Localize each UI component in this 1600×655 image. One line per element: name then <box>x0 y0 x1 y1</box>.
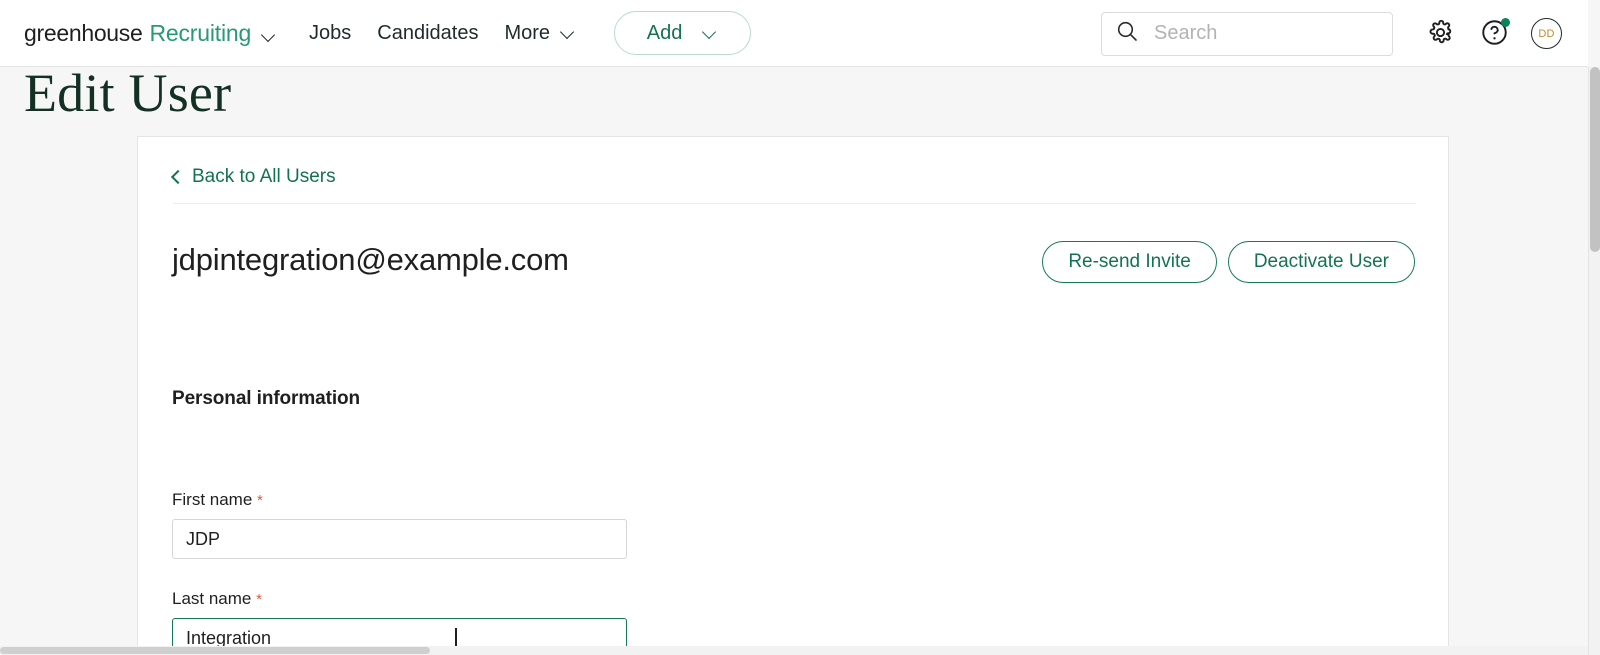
nav-right-cluster: DD <box>1101 0 1588 67</box>
page-body: Edit User Back to All Users jdpintegrati… <box>0 63 1588 655</box>
search-icon <box>1116 20 1138 47</box>
brand-name: greenhouse <box>24 19 143 46</box>
brand-logo[interactable]: greenhouse Recruiting <box>24 20 277 47</box>
top-navigation-bar: greenhouse Recruiting Jobs Candidates Mo… <box>0 0 1588 67</box>
help-notification-badge <box>1501 17 1510 27</box>
edit-user-card: Back to All Users jdpintegration@example… <box>137 136 1449 655</box>
required-marker: * <box>256 591 262 608</box>
user-email-heading: jdpintegration@example.com <box>172 242 569 277</box>
field-first-name-label: First name * <box>172 490 627 510</box>
card-header-actions: Re-send Invite Deactivate User <box>1042 241 1415 283</box>
vertical-scrollbar-thumb[interactable] <box>1590 67 1600 252</box>
chevron-down-icon <box>703 27 718 36</box>
avatar[interactable]: DD <box>1531 18 1562 49</box>
add-button-label: Add <box>646 21 683 44</box>
avatar-initials: DD <box>1538 27 1555 40</box>
chevron-left-icon <box>170 169 186 185</box>
vertical-scrollbar[interactable] <box>1588 67 1600 655</box>
chevron-down-icon <box>561 27 576 36</box>
add-button[interactable]: Add <box>614 11 752 55</box>
field-first-name: First name * <box>172 490 627 559</box>
search-input[interactable] <box>1152 21 1362 46</box>
nav-item-more-label: More <box>504 21 551 44</box>
app-root: greenhouse Recruiting Jobs Candidates Mo… <box>0 0 1600 655</box>
deactivate-user-button[interactable]: Deactivate User <box>1227 241 1415 283</box>
nav-item-more[interactable]: More <box>504 22 576 45</box>
back-to-all-users-link[interactable]: Back to All Users <box>170 166 336 188</box>
resend-invite-button[interactable]: Re-send Invite <box>1042 241 1217 283</box>
horizontal-scrollbar[interactable] <box>0 646 1588 655</box>
field-first-name-label-text: First name <box>172 490 253 509</box>
help-button[interactable] <box>1477 17 1511 51</box>
field-last-name-label: Last name * <box>172 589 627 609</box>
section-title-personal-information: Personal information <box>172 388 361 409</box>
field-last-name-label-text: Last name <box>172 589 252 608</box>
nav-item-candidates-label: Candidates <box>377 21 479 44</box>
primary-nav-links: Jobs Candidates More <box>309 22 576 45</box>
page-title: Edit User <box>24 63 232 123</box>
required-marker: * <box>257 492 263 509</box>
first-name-input[interactable] <box>172 519 627 559</box>
settings-button[interactable] <box>1423 17 1457 51</box>
chevron-down-icon[interactable] <box>262 30 277 39</box>
card-divider <box>173 203 1416 204</box>
gear-icon <box>1427 19 1454 49</box>
nav-item-candidates[interactable]: Candidates <box>377 22 478 45</box>
nav-item-jobs-label: Jobs <box>309 21 352 44</box>
brand-product-name: Recruiting <box>149 19 252 46</box>
horizontal-scrollbar-thumb[interactable] <box>0 647 430 654</box>
back-link-label: Back to All Users <box>192 166 336 187</box>
search-box[interactable] <box>1101 11 1393 56</box>
nav-item-jobs[interactable]: Jobs <box>309 22 351 45</box>
